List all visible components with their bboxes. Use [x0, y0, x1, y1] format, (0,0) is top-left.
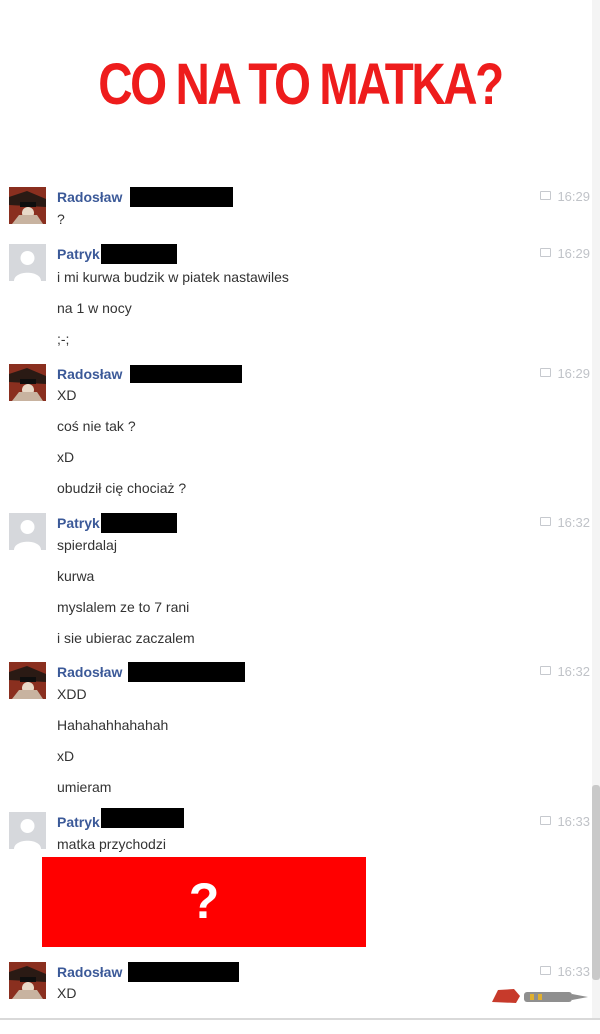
message-text: XD	[57, 387, 77, 403]
watermark-logo	[490, 986, 590, 1006]
message-text: ?	[57, 211, 65, 227]
message-text: na 1 w nocy	[57, 300, 132, 316]
radoslaw-avatar[interactable]	[9, 364, 46, 401]
redaction-bar	[128, 962, 239, 982]
message-text: XD	[57, 985, 77, 1001]
message-text: coś nie tak ?	[57, 418, 136, 434]
message-text: spierdalaj	[57, 537, 117, 553]
headline: CO NA TO MATKA?	[98, 52, 504, 117]
redaction-bar	[128, 662, 245, 682]
redaction-bar	[101, 244, 177, 264]
timestamp: 16:29	[540, 366, 590, 382]
patryk-avatar[interactable]	[9, 244, 46, 281]
timestamp: 16:33	[540, 814, 590, 830]
question-overlay: ?	[42, 857, 366, 947]
radoslaw-avatar[interactable]	[9, 962, 46, 999]
patryk-avatar[interactable]	[9, 812, 46, 849]
sender-name[interactable]: Patryk	[57, 514, 100, 532]
redaction-bar	[101, 808, 184, 828]
message-text: umieram	[57, 779, 112, 795]
message-text: kurwa	[57, 568, 95, 584]
chat-bubble-icon	[540, 666, 552, 675]
message-text: matka przychodzi	[57, 836, 166, 852]
chat-bubble-icon	[540, 517, 552, 526]
timestamp: 16:32	[540, 664, 590, 680]
message-text: myslalem ze to 7 rani	[57, 599, 190, 615]
message-text: xD	[57, 449, 75, 465]
message-text: xD	[57, 748, 75, 764]
chat-bubble-icon	[540, 191, 552, 200]
sender-name[interactable]: Radosław	[57, 188, 122, 206]
chat-bubble-icon	[540, 966, 552, 975]
timestamp: 16:29	[540, 189, 590, 205]
radoslaw-avatar[interactable]	[9, 662, 46, 699]
message-text: XDD	[57, 686, 87, 702]
patryk-avatar[interactable]	[9, 513, 46, 550]
sender-name[interactable]: Radosław	[57, 365, 122, 383]
sender-name[interactable]: Patryk	[57, 245, 100, 263]
message-text: i mi kurwa budzik w piatek nastawiles	[57, 269, 289, 285]
sender-name[interactable]: Patryk	[57, 813, 100, 831]
scrollbar-thumb[interactable]	[592, 785, 600, 980]
redaction-bar	[130, 187, 233, 207]
redaction-bar	[101, 513, 177, 533]
timestamp: 16:33	[540, 964, 590, 980]
radoslaw-avatar[interactable]	[9, 187, 46, 224]
message-text: Hahahahhahahah	[57, 717, 169, 733]
sender-name[interactable]: Radosław	[57, 963, 122, 981]
chat-bubble-icon	[540, 248, 552, 257]
message-text: ;-;	[57, 331, 70, 347]
timestamp: 16:32	[540, 515, 590, 531]
message-text: i sie ubierac zaczalem	[57, 630, 195, 646]
chat-bubble-icon	[540, 816, 552, 825]
redaction-bar	[130, 365, 242, 383]
timestamp: 16:29	[540, 246, 590, 262]
message-text: obudził cię chociaż ?	[57, 480, 187, 496]
sender-name[interactable]: Radosław	[57, 663, 122, 681]
divider	[0, 1018, 600, 1020]
chat-bubble-icon	[540, 368, 552, 377]
